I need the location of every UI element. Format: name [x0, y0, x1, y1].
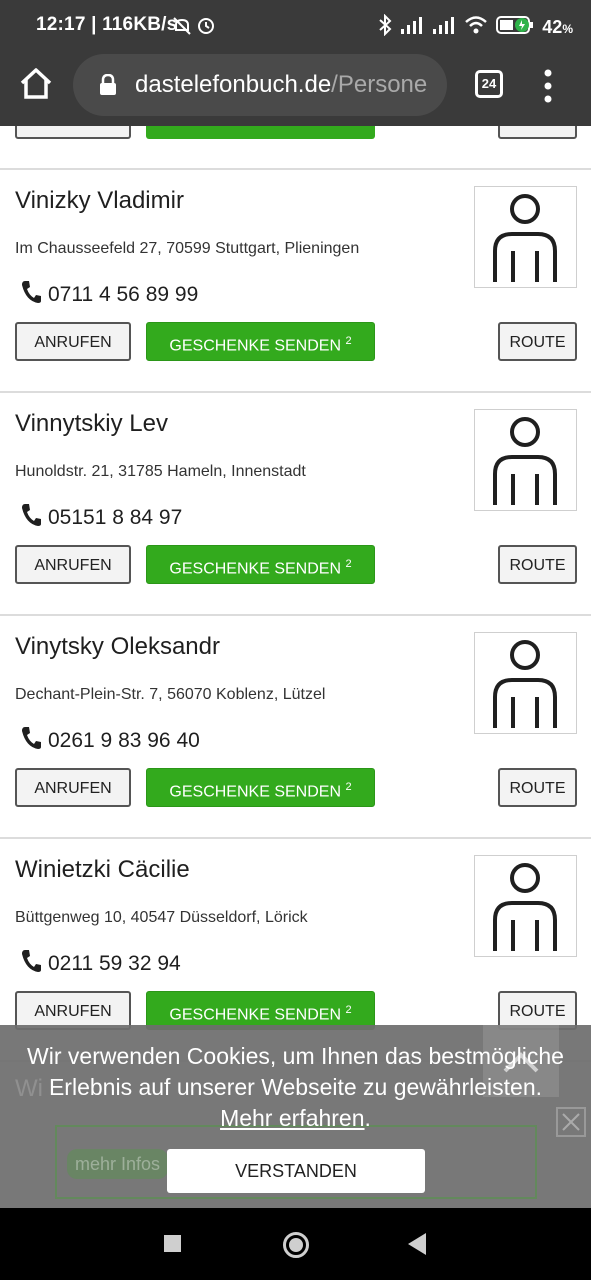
url-path: /Persone [331, 71, 428, 98]
tab-switcher-button[interactable]: 24 [475, 70, 503, 98]
list-item-partial [0, 126, 591, 170]
url-text: dastelefonbuch.de/Persone [135, 71, 435, 99]
browser-toolbar: dastelefonbuch.de/Persone 24 [0, 52, 591, 126]
battery-icon [496, 15, 534, 40]
call-button-partial[interactable] [15, 126, 131, 139]
system-nav-bar [0, 1208, 591, 1280]
route-button-partial[interactable] [498, 126, 577, 139]
person-icon [493, 640, 557, 728]
route-button[interactable]: ROUTE [498, 545, 577, 584]
entry-name[interactable]: Vinizky Vladimir [15, 187, 184, 215]
gift-button[interactable]: GESCHENKE SENDEN 2 [146, 545, 375, 584]
gift-button-label: GESCHENKE SENDEN [169, 560, 341, 578]
entry-phone-link[interactable]: 0211 59 32 94 [20, 949, 181, 979]
phone-icon [20, 280, 42, 310]
gift-footnote: 2 [345, 558, 352, 570]
mute-icon [172, 16, 192, 41]
list-item: Vinnytskiy Lev Hunoldstr. 21, 31785 Hame… [0, 393, 591, 616]
entry-phone-link[interactable]: 0711 4 56 89 99 [20, 280, 198, 310]
status-time-speed: 12:17 | 116KB/s [36, 14, 178, 35]
avatar [474, 855, 577, 957]
entry-phone: 0211 59 32 94 [48, 952, 181, 975]
url-bar[interactable]: dastelefonbuch.de/Persone [73, 54, 447, 116]
cookie-accept-button[interactable]: VERSTANDEN [167, 1149, 425, 1193]
list-item: Vinytsky Oleksandr Dechant-Plein-Str. 7,… [0, 616, 591, 839]
avatar [474, 409, 577, 511]
cookie-message: Wir verwenden Cookies, um Ihnen das best… [20, 1041, 571, 1134]
avatar [474, 186, 577, 288]
cookie-more-link[interactable]: Mehr erfahren [220, 1105, 364, 1131]
phone-icon [20, 726, 42, 756]
lock-icon [99, 73, 117, 96]
entry-address: Hunoldstr. 21, 31785 Hameln, Innenstadt [15, 463, 306, 480]
alarm-icon [196, 15, 216, 40]
call-button[interactable]: ANRUFEN [15, 545, 131, 584]
gift-footnote: 2 [345, 781, 352, 793]
route-button[interactable]: ROUTE [498, 768, 577, 807]
entry-phone: 05151 8 84 97 [48, 506, 183, 529]
entry-address: Im Chausseefeld 27, 70599 Stuttgart, Pli… [15, 240, 360, 257]
home-icon[interactable] [18, 66, 58, 106]
battery-level: 42% [542, 17, 573, 37]
entry-address: Dechant-Plein-Str. 7, 56070 Koblenz, Lüt… [15, 686, 326, 703]
overflow-menu-icon[interactable] [540, 68, 556, 104]
ghost-ad-button: mehr Infos [67, 1149, 169, 1179]
avatar [474, 632, 577, 734]
person-icon [493, 417, 557, 505]
call-button[interactable]: ANRUFEN [15, 322, 131, 361]
gift-button-label: GESCHENKE SENDEN [169, 337, 341, 355]
bluetooth-icon [378, 13, 392, 41]
close-icon[interactable] [556, 1107, 586, 1137]
gift-button-label: GESCHENKE SENDEN [169, 783, 341, 801]
recent-apps-icon[interactable] [164, 1235, 181, 1252]
status-bar: 12:17 | 116KB/s 42% [0, 0, 591, 52]
entry-address: Büttgenweg 10, 40547 Düsseldorf, Lörick [15, 909, 308, 926]
gift-footnote: 2 [345, 1004, 352, 1016]
gift-footnote: 2 [345, 335, 352, 347]
home-nav-icon[interactable] [283, 1232, 309, 1258]
wifi-icon [464, 15, 488, 40]
entry-phone-link[interactable]: 05151 8 84 97 [20, 503, 182, 533]
gift-button[interactable]: GESCHENKE SENDEN 2 [146, 768, 375, 807]
entry-phone-link[interactable]: 0261 9 83 96 40 [20, 726, 200, 756]
phone-icon [20, 949, 42, 979]
gift-button[interactable]: GESCHENKE SENDEN 2 [146, 322, 375, 361]
cookie-banner: Wi mehr Infos Wir verwenden Cookies, um … [0, 1025, 591, 1208]
gift-button-partial[interactable] [146, 126, 375, 139]
url-host: dastelefonbuch.de [135, 71, 332, 98]
list-item: Vinizky Vladimir Im Chausseefeld 27, 705… [0, 170, 591, 393]
entry-phone: 0261 9 83 96 40 [48, 729, 200, 752]
signal-icon-2 [432, 16, 456, 39]
call-button[interactable]: ANRUFEN [15, 768, 131, 807]
entry-name[interactable]: Vinnytskiy Lev [15, 410, 168, 438]
cookie-text: Wir verwenden Cookies, um Ihnen das best… [27, 1043, 564, 1100]
back-icon[interactable] [408, 1233, 426, 1255]
signal-icon [400, 16, 424, 39]
phone-icon [20, 503, 42, 533]
person-icon [493, 863, 557, 951]
cookie-period: . [364, 1105, 371, 1131]
gift-button-label: GESCHENKE SENDEN [169, 1006, 341, 1024]
route-button[interactable]: ROUTE [498, 322, 577, 361]
entry-name[interactable]: Winietzki Cäcilie [15, 856, 190, 884]
entry-phone: 0711 4 56 89 99 [48, 283, 199, 306]
person-icon [493, 194, 557, 282]
entry-name[interactable]: Vinytsky Oleksandr [15, 633, 220, 661]
